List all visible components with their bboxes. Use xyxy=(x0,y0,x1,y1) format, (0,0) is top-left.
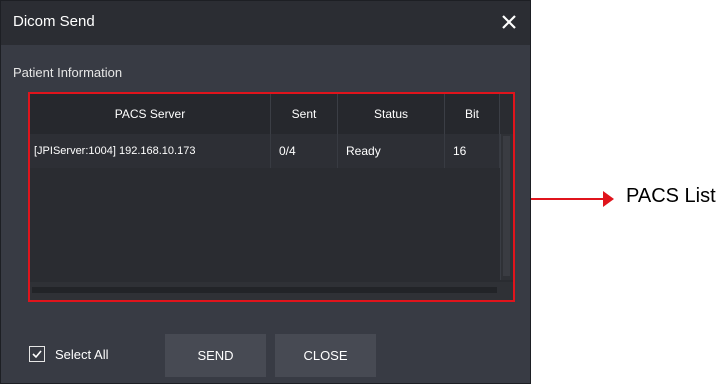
column-header-bit[interactable]: Bit xyxy=(445,94,500,134)
vertical-scrollbar-thumb[interactable] xyxy=(503,136,510,276)
select-all-checkbox[interactable]: Select All xyxy=(29,346,108,362)
arrow-right-icon xyxy=(603,191,614,207)
column-header-sent[interactable]: Sent xyxy=(271,94,338,134)
title-bar: Dicom Send xyxy=(1,1,530,45)
horizontal-scrollbar[interactable] xyxy=(30,282,513,300)
callout-line xyxy=(531,198,605,200)
pacs-list-callout: PACS List xyxy=(531,185,727,209)
cell-sent: 0/4 xyxy=(271,134,338,168)
table-row[interactable]: [JPIServer:1004] 192.168.10.173 0/4 Read… xyxy=(30,134,500,168)
pacs-list: PACS Server Sent Status Bit [JPIServer:1… xyxy=(28,92,515,302)
cell-status: Ready xyxy=(338,134,445,168)
close-button[interactable]: CLOSE xyxy=(275,334,376,377)
checkbox-box[interactable] xyxy=(29,346,45,362)
table-header: PACS Server Sent Status Bit xyxy=(30,94,500,134)
vertical-scrollbar[interactable] xyxy=(500,134,513,280)
horizontal-scrollbar-track[interactable] xyxy=(32,287,497,293)
dialog-title: Dicom Send xyxy=(13,13,95,30)
cell-bit: 16 xyxy=(445,134,500,168)
send-button[interactable]: SEND xyxy=(165,334,266,377)
checkmark-icon xyxy=(32,350,42,359)
dicom-send-dialog: Dicom Send Patient Information PACS Serv… xyxy=(0,0,531,384)
cell-pacs-server: [JPIServer:1004] 192.168.10.173 xyxy=(30,134,271,168)
section-label: Patient Information xyxy=(13,65,123,80)
column-header-status[interactable]: Status xyxy=(338,94,445,134)
close-icon[interactable] xyxy=(498,11,520,33)
column-header-pacs-server[interactable]: PACS Server xyxy=(30,94,271,134)
select-all-label: Select All xyxy=(55,346,109,362)
callout-label: PACS List xyxy=(626,185,716,207)
